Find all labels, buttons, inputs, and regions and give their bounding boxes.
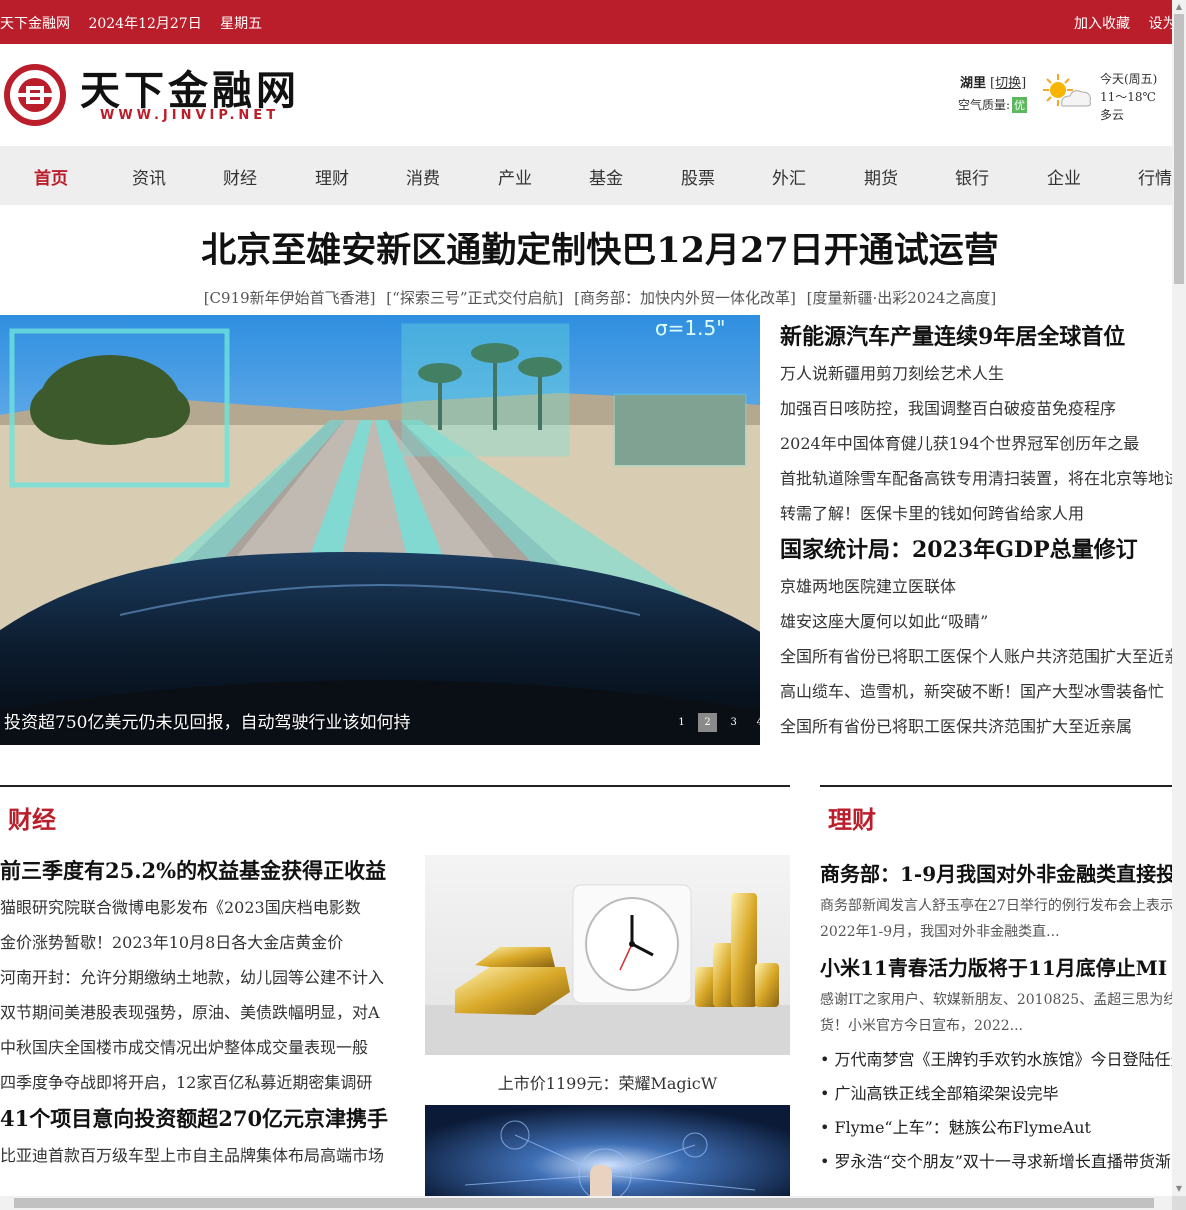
logo-url: WWW.JINVIP.NET (100, 108, 280, 123)
nav-item-futures[interactable]: 期货 (864, 164, 898, 189)
aq-badge: 优 (1012, 97, 1028, 113)
sub-headline-link[interactable]: [C919新年伊始首飞香港] (204, 289, 376, 307)
wealth-summary: 商务部新闻发言人舒玉亭在27日举行的例行发布会上表示 2022年1-9月，我国对… (820, 893, 1172, 945)
nav-item-consumer[interactable]: 消费 (406, 164, 440, 189)
finance-news-list: 前三季度有25.2%的权益基金获得正收益 猫眼研究院联合微博电影发布《2023国… (0, 852, 400, 1173)
logo-icon[interactable] (4, 64, 66, 126)
news-item[interactable]: 四季度争夺战即将开启，12家百亿私募近期密集调研 (0, 1065, 400, 1100)
wealth-bullet-item[interactable]: • 广汕高铁正线全部箱梁架设完毕 (820, 1077, 1172, 1111)
news-item[interactable]: 河南开封：允许分期缴纳土地款，幼儿园等公建不计入 (0, 960, 400, 995)
wealth-summary-line: 感谢IT之家用户、软媒新朋友、2010825、孟超三思为线索 (820, 992, 1172, 1008)
vertical-scroll-thumb[interactable] (1174, 14, 1184, 284)
news-item[interactable]: 京雄两地医院建立医联体 (780, 569, 1172, 604)
city-name: 湖里 (960, 76, 987, 91)
scrollbar-corner (1172, 1196, 1186, 1210)
news-headline[interactable]: 41个项目意向投资额超270亿元京津携手 (0, 1100, 400, 1138)
clock-gold-photo[interactable] (425, 855, 790, 1055)
section-divider (0, 785, 790, 787)
main-nav: 首页 资讯 财经 理财 消费 产业 基金 股票 外汇 期货 银行 企业 行情 (0, 146, 1172, 205)
news-item[interactable]: 金价涨势暂歇！2023年10月8日各大金店黄金价 (0, 925, 400, 960)
weather-cond: 多云 (1100, 108, 1125, 122)
news-item[interactable]: 全国所有省份已将职工医保个人账户共济范围扩大至近亲 (780, 639, 1172, 674)
current-weekday: 星期五 (220, 16, 263, 32)
weather-day: 今天(周五) (1100, 72, 1158, 86)
main-headline[interactable]: 北京至雄安新区通勤定制快巴12月27日开通试运营 (0, 222, 1186, 273)
wealth-summary-line: 2022年1-9月，我国对外非金融类直... (820, 924, 1060, 940)
nav-item-finance[interactable]: 财经 (223, 164, 257, 189)
vertical-scrollbar[interactable]: ▲ ▼ (1172, 0, 1186, 1196)
section-title-finance[interactable]: 财经 (8, 800, 56, 835)
nav-item-wealth[interactable]: 理财 (315, 164, 349, 189)
hero-overlay-text: σ=1.5" (655, 316, 725, 340)
wealth-summary-line: 货！小米官方今日宣布，2022... (820, 1018, 1023, 1034)
news-headline[interactable]: 国家统计局：2023年GDP总量修订 (780, 531, 1172, 569)
slide-dot-1[interactable]: 1 (672, 713, 691, 732)
news-item[interactable]: 高山缆车、造雪机，新突破不断！国产大型冰雪装备忙 (780, 674, 1172, 709)
news-item[interactable]: 中秋国庆全国楼市成交情况出炉整体成交量表现一般 (0, 1030, 400, 1065)
slide-dot-4[interactable]: 4 (750, 713, 769, 732)
photo-caption[interactable]: 上市价1199元：荣耀MagicW (425, 1070, 790, 1094)
wealth-column: 商务部：1-9月我国对外非金融类直接投 商务部新闻发言人舒玉亭在27日举行的例行… (820, 855, 1172, 1179)
nav-item-market[interactable]: 行情 (1138, 164, 1172, 189)
news-headline[interactable]: 前三季度有25.2%的权益基金获得正收益 (0, 852, 400, 890)
horizontal-scroll-thumb[interactable] (14, 1198, 1154, 1208)
section-divider (820, 785, 1172, 787)
scroll-up-icon[interactable]: ▲ (1172, 0, 1186, 14)
news-item[interactable]: 雄安这座大厦何以如此“吸睛” (780, 604, 1172, 639)
wealth-summary: 感谢IT之家用户、软媒新朋友、2010825、孟超三思为线索 货！小米官方今日宣… (820, 987, 1172, 1039)
section-title-wealth[interactable]: 理财 (828, 800, 876, 835)
hero-slide-image[interactable]: σ=1.5" (0, 315, 760, 745)
news-item[interactable]: 2024年中国体育健儿获194个世界冠军创历年之最 (780, 426, 1172, 461)
news-item[interactable]: 万人说新疆用剪刀刻绘艺术人生 (780, 356, 1172, 391)
slide-dot-2[interactable]: 2 (698, 713, 718, 732)
scroll-down-icon[interactable]: ▼ (1172, 1182, 1186, 1196)
nav-item-stocks[interactable]: 股票 (681, 164, 715, 189)
current-date: 2024年12月27日 (88, 16, 202, 32)
sub-headline-link[interactable]: [度量新疆·出彩2024之高度] (807, 289, 997, 307)
nav-item-news[interactable]: 资讯 (132, 164, 166, 189)
site-header: 天下金融网 WWW.JINVIP.NET 湖里 [切换] 空气质量: 优 今天(周五… (0, 44, 1172, 146)
weather-forecast: 今天(周五) 11～18℃ 多云 (1100, 70, 1157, 124)
news-item[interactable]: 双节期间美港股表现强势，原油、美债跌幅明显，对A (0, 995, 400, 1030)
slide-dot-3[interactable]: 3 (724, 713, 743, 732)
nav-item-banks[interactable]: 银行 (955, 164, 989, 189)
weather-temp: 11～18℃ (1100, 90, 1156, 104)
nav-item-funds[interactable]: 基金 (589, 164, 623, 189)
wealth-headline[interactable]: 小米11青春活力版将于11月底停止MI (820, 949, 1172, 987)
slide-pager: 1 2 3 4 (672, 710, 771, 732)
city-switch-link[interactable]: [切换] (990, 76, 1026, 91)
weather-city: 湖里 [切换] (960, 72, 1026, 91)
wealth-headline[interactable]: 商务部：1-9月我国对外非金融类直接投 (820, 855, 1172, 893)
news-item[interactable]: 全国所有省份已将职工医保共济范围扩大至近亲属 (780, 709, 1172, 744)
wealth-bullet-item[interactable]: • 罗永浩“交个朋友”双十一寻求新增长直播带货渐 (820, 1145, 1172, 1179)
wealth-bullet-item[interactable]: • Flyme“上车”：魅族公布FlymeAut (820, 1111, 1172, 1145)
top-news-list: 新能源汽车产量连续9年居全球首位 万人说新疆用剪刀刻绘艺术人生 加强百日咳防控，… (780, 318, 1172, 744)
sub-headline-link[interactable]: [“探索三号”正式交付启航] (386, 289, 563, 307)
nav-item-industry[interactable]: 产业 (498, 164, 532, 189)
wealth-summary-line: 商务部新闻发言人舒玉亭在27日举行的例行发布会上表示 (820, 898, 1172, 914)
sub-headlines: [C919新年伊始首飞香港] [“探索三号”正式交付启航] [商务部：加快内外贸… (0, 287, 1186, 308)
top-bar: 天下金融网 2024年12月27日 星期五 加入收藏 设为 (0, 0, 1176, 44)
wealth-bullet-item[interactable]: • 万代南梦宫《王牌钓手欢钓水族馆》今日登陆任天 (820, 1043, 1172, 1077)
news-headline[interactable]: 新能源汽车产量连续9年居全球首位 (780, 318, 1172, 356)
nav-item-forex[interactable]: 外汇 (772, 164, 806, 189)
air-quality: 空气质量: 优 (958, 96, 1028, 113)
news-item[interactable]: 转需了解！医保卡里的钱如何跨省给家人用 (780, 496, 1172, 531)
news-item[interactable]: 比亚迪首款百万级车型上市自主品牌集体布局高端市场 (0, 1138, 400, 1173)
hero-caption[interactable]: 投资超750亿美元仍未见回报，自动驾驶行业该如何持 (4, 708, 410, 733)
horizontal-scrollbar[interactable] (0, 1196, 1172, 1210)
tech-photo[interactable] (425, 1105, 790, 1205)
aq-label: 空气质量: (958, 98, 1011, 112)
bookmark-link[interactable]: 加入收藏 (1074, 16, 1130, 32)
news-item[interactable]: 猫眼研究院联合微博电影发布《2023国庆档电影数 (0, 890, 400, 925)
site-name[interactable]: 天下金融网 (0, 16, 70, 32)
nav-item-home[interactable]: 首页 (34, 164, 68, 189)
sub-headline-link[interactable]: [商务部：加快内外贸一体化改革] (574, 289, 796, 307)
news-item[interactable]: 首批轨道除雪车配备高铁专用清扫装置，将在北京等地试 (780, 461, 1172, 496)
nav-item-companies[interactable]: 企业 (1047, 164, 1081, 189)
news-item[interactable]: 加强百日咳防控，我国调整百白破疫苗免疫程序 (780, 391, 1172, 426)
partly-cloudy-icon (1043, 74, 1091, 107)
